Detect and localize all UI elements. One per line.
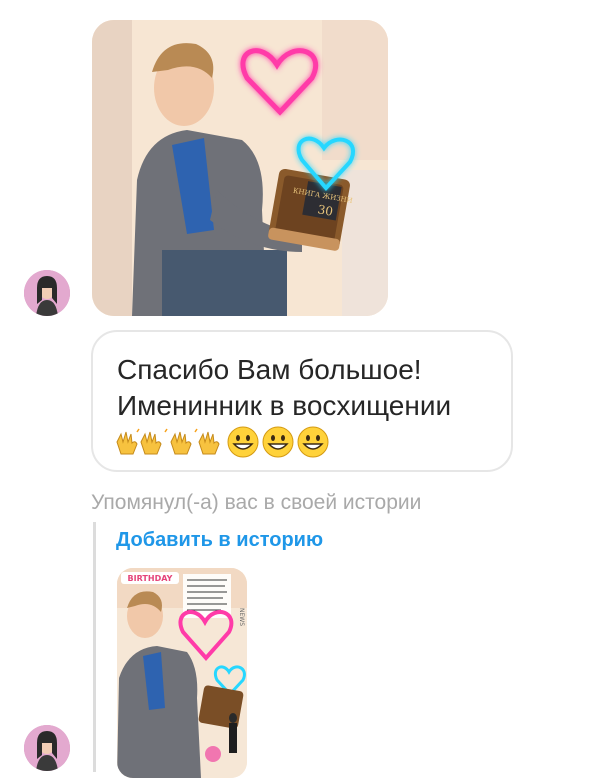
avatar-image: [24, 270, 70, 316]
sender-avatar[interactable]: [24, 270, 70, 316]
emoji-row: [115, 425, 330, 459]
story-image: BIRTHDAY NEWS: [117, 568, 247, 778]
book-number: 30: [317, 202, 334, 218]
story-quote-line: [93, 522, 96, 772]
add-to-story-link[interactable]: Добавить в историю: [116, 529, 323, 552]
message-text: Спасибо Вам большое! Именинник в восхище…: [117, 354, 452, 421]
story-preview[interactable]: BIRTHDAY NEWS: [117, 568, 247, 778]
message-bubble[interactable]: Спасибо Вам большое! Именинник в восхище…: [91, 330, 513, 472]
photo-message[interactable]: КНИГА ЖИЗНИ 30: [92, 20, 388, 316]
story-sticker-text: BIRTHDAY: [128, 574, 173, 583]
photo-image: КНИГА ЖИЗНИ 30: [92, 20, 388, 316]
story-side-label: NEWS: [238, 608, 245, 626]
sender-avatar-2[interactable]: [24, 725, 70, 771]
grinning-face-icon: [227, 426, 259, 458]
grinning-face-icon: [297, 426, 329, 458]
grinning-face-icon: [262, 426, 294, 458]
avatar-image: [24, 725, 70, 771]
story-mention-text: Упомянул(-а) вас в своей истории: [91, 491, 422, 514]
raising-hands-icon: [116, 428, 220, 455]
